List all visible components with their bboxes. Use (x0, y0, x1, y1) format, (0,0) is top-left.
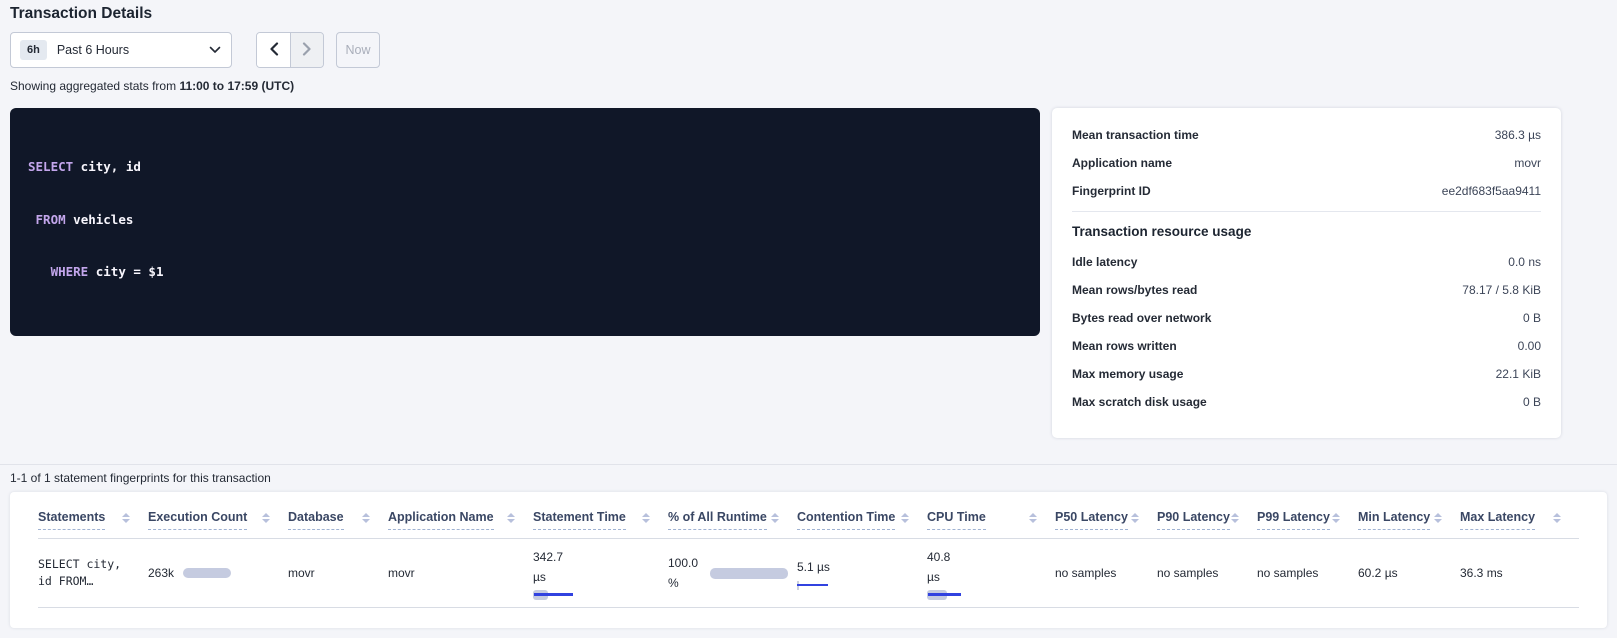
column-header-statements[interactable]: Statements (38, 510, 148, 530)
sort-icon[interactable] (1029, 513, 1037, 523)
execution-count-bar (183, 568, 231, 578)
chevron-left-icon (269, 42, 279, 59)
column-header-p99-latency[interactable]: P99 Latency (1257, 510, 1358, 530)
time-range-badge: 6h (20, 40, 47, 60)
sort-icon[interactable] (1553, 513, 1561, 523)
time-range-dropdown[interactable]: 6h Past 6 Hours (10, 32, 232, 68)
resource-row-mean-rows-written: Mean rows written 0.00 (1072, 332, 1541, 360)
summary-row-fingerprint-id: Fingerprint ID ee2df683f5aa9411 (1072, 177, 1541, 205)
sql-line: SELECT city, id (28, 158, 1022, 176)
chevron-down-icon (209, 46, 221, 54)
column-header-contention-time[interactable]: Contention Time (797, 510, 927, 530)
cpu-time-bar (927, 590, 969, 600)
column-header-execution-count[interactable]: Execution Count (148, 510, 288, 530)
now-button[interactable]: Now (336, 32, 380, 68)
resource-usage-heading: Transaction resource usage (1072, 216, 1541, 248)
sort-icon[interactable] (1434, 513, 1442, 523)
column-header-p90-latency[interactable]: P90 Latency (1157, 510, 1257, 530)
resource-row-max-scratch-disk-usage: Max scratch disk usage 0 B (1072, 388, 1541, 416)
statement-time-bar (533, 590, 575, 600)
column-header-max-latency[interactable]: Max Latency (1460, 510, 1579, 530)
resource-row-max-memory-usage: Max memory usage 22.1 KiB (1072, 360, 1541, 388)
resource-row-bytes-read-over-network: Bytes read over network 0 B (1072, 304, 1541, 332)
sort-icon[interactable] (1131, 513, 1139, 523)
column-header-p50-latency[interactable]: P50 Latency (1055, 510, 1157, 530)
contention-time-bar (797, 581, 831, 590)
database-cell: movr (288, 566, 388, 580)
chevron-right-icon (302, 42, 312, 59)
statement-row: SELECT city,id FROM… 263k movr movr 342.… (38, 539, 1579, 608)
contention-time-cell: 5.1 µs (797, 557, 927, 590)
sort-icon[interactable] (122, 513, 130, 523)
sort-icon[interactable] (362, 513, 370, 523)
sort-icon[interactable] (771, 513, 779, 523)
p99-latency-cell: no samples (1257, 566, 1358, 580)
column-header-cpu-time[interactable]: CPU Time (927, 510, 1055, 530)
aggregated-stats-line: Showing aggregated stats from 11:00 to 1… (10, 79, 294, 93)
max-latency-cell: 36.3 ms (1460, 566, 1579, 580)
min-latency-cell: 60.2 µs (1358, 566, 1460, 580)
column-header-statement-time[interactable]: Statement Time (533, 510, 668, 530)
resource-row-idle-latency: Idle latency 0.0 ns (1072, 248, 1541, 276)
summary-row-mean-transaction-time: Mean transaction time 386.3 µs (1072, 121, 1541, 149)
stats-range: 11:00 to 17:59 (UTC) (179, 79, 294, 93)
statement-time-cell: 342.7 µs (533, 547, 668, 600)
section-divider (0, 464, 1617, 465)
cpu-time-cell: 40.8 µs (927, 547, 1055, 600)
next-range-button[interactable] (290, 33, 323, 67)
sort-icon[interactable] (642, 513, 650, 523)
time-range-label: Past 6 Hours (57, 43, 209, 57)
statement-link[interactable]: SELECT city,id FROM… (38, 556, 148, 590)
sql-statement-box: SELECT city, id FROM vehicles WHERE city… (10, 108, 1040, 336)
transaction-summary-card: Mean transaction time 386.3 µs Applicati… (1052, 108, 1561, 438)
time-picker-row: 6h Past 6 Hours Now (10, 32, 380, 68)
p50-latency-cell: no samples (1055, 566, 1157, 580)
time-nav-group (256, 32, 324, 68)
column-header-database[interactable]: Database (288, 510, 388, 530)
column-header-min-latency[interactable]: Min Latency (1358, 510, 1460, 530)
statements-table-header: Statements Execution Count Database Appl… (38, 492, 1579, 539)
page-title: Transaction Details (10, 5, 152, 23)
sql-line: WHERE city = $1 (28, 263, 1022, 281)
statements-table: Statements Execution Count Database Appl… (10, 492, 1607, 628)
execution-count-cell: 263k (148, 566, 288, 580)
column-header-application-name[interactable]: Application Name (388, 510, 533, 530)
sql-line: FROM vehicles (28, 211, 1022, 229)
sort-icon[interactable] (1332, 513, 1340, 523)
summary-row-application-name: Application name movr (1072, 149, 1541, 177)
statements-table-caption: 1-1 of 1 statement fingerprints for this… (10, 471, 271, 485)
sort-icon[interactable] (901, 513, 909, 523)
sort-icon[interactable] (1231, 513, 1239, 523)
column-header-pct-of-all-runtime[interactable]: % of All Runtime (668, 510, 797, 530)
previous-range-button[interactable] (257, 33, 290, 67)
pct-runtime-bar (710, 568, 788, 579)
sort-icon[interactable] (262, 513, 270, 523)
summary-divider (1072, 211, 1541, 212)
sort-icon[interactable] (507, 513, 515, 523)
resource-row-mean-rows-bytes-read: Mean rows/bytes read 78.17 / 5.8 KiB (1072, 276, 1541, 304)
p90-latency-cell: no samples (1157, 566, 1257, 580)
pct-runtime-cell: 100.0 % (668, 553, 797, 593)
application-name-cell: movr (388, 566, 533, 580)
